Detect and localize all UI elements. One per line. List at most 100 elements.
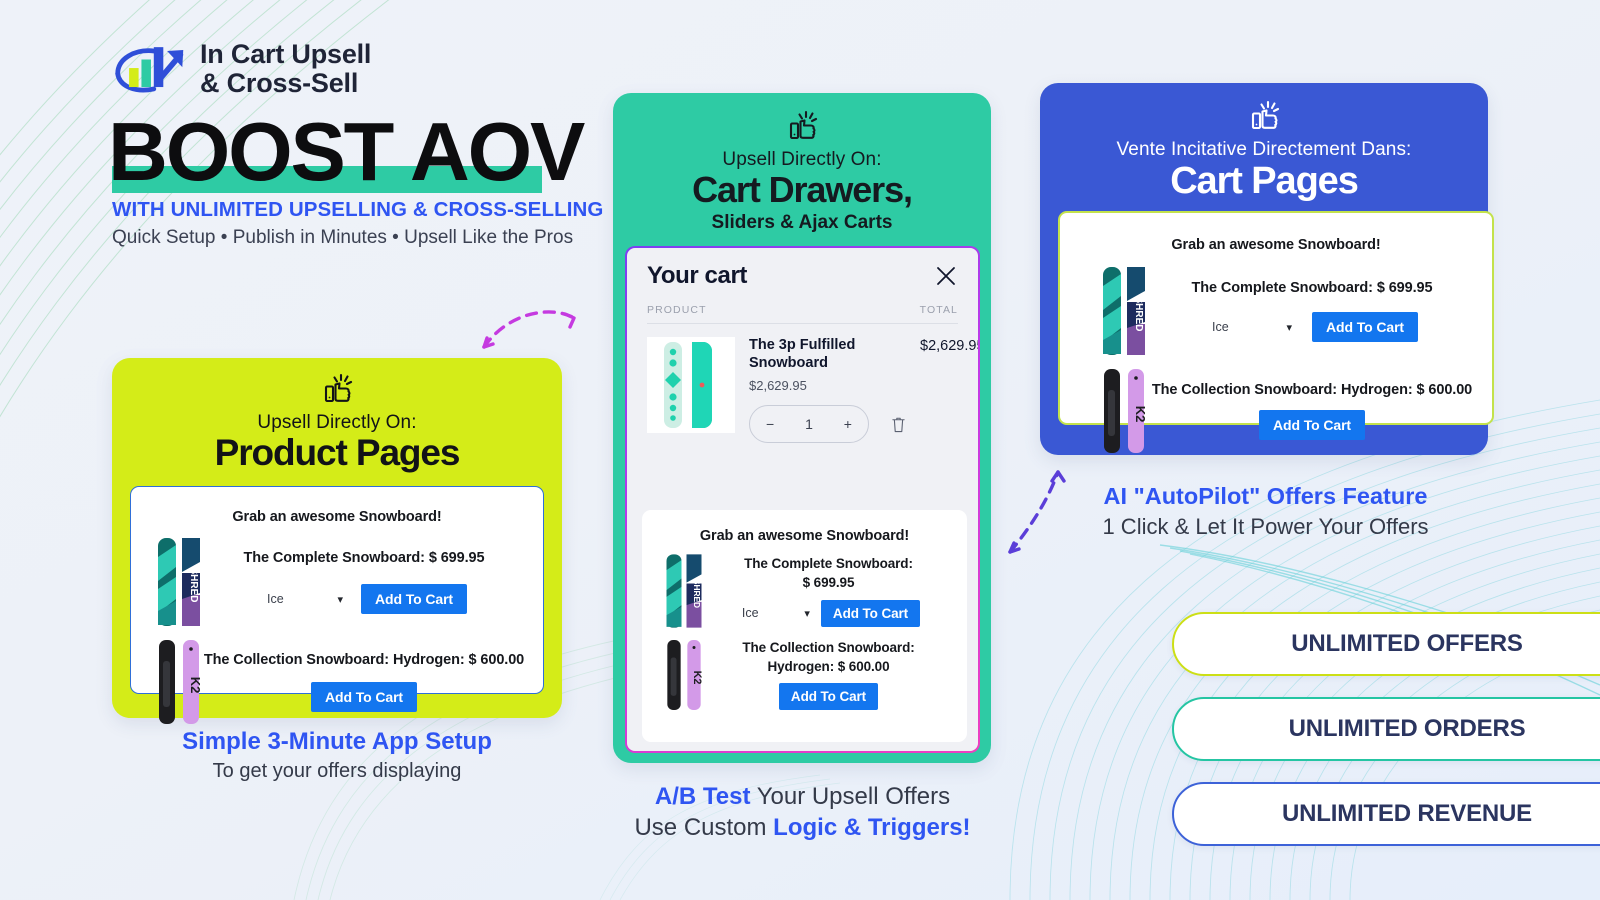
variant-select-drawer-1[interactable]: Ice ▾ bbox=[737, 603, 815, 623]
offer-heading-drawer: Grab an awesome Snowboard! bbox=[699, 528, 910, 544]
offer-thumbnails-cartpage-1: SHRED bbox=[1100, 265, 1148, 357]
caption-ab-strong2: Logic & Triggers! bbox=[773, 814, 971, 841]
panel-drawer-title: Cart Drawers, bbox=[692, 169, 913, 210]
brand-name: In Cart Upsell & Cross-Sell bbox=[200, 39, 372, 99]
svg-text:K2: K2 bbox=[1133, 406, 1148, 423]
page-title: BOOST AOV bbox=[108, 105, 585, 198]
offer-item-1: The Complete Snowboard: $ 699.95 Ice ▾ A… bbox=[203, 550, 525, 614]
offer-item-title-drawer-2b: Hydrogen: $ 600.00 bbox=[767, 659, 890, 674]
caption-ai-line2: 1 Click & Let It Power Your Offers bbox=[1102, 514, 1429, 539]
dashed-double-arrow-purple bbox=[1008, 470, 1066, 554]
panel-drawer-eyebrow: Upsell Directly On: bbox=[722, 149, 882, 170]
offer-thumbnails-cartpage-2: K2 bbox=[1100, 367, 1148, 455]
offer-item-title-drawer-1a: The Complete Snowboard: bbox=[744, 555, 913, 571]
hero-tagline: Quick Setup • Publish in Minutes • Upsel… bbox=[112, 227, 574, 248]
quantity-decrement-button[interactable]: − bbox=[766, 416, 774, 432]
cart-item-thumbnail bbox=[647, 337, 735, 433]
upsell-offer-widget-product: Grab an awesome Snowboard! SHRED The Com… bbox=[130, 486, 544, 724]
pill-unlimited-orders: UNLIMITED ORDERS bbox=[1172, 697, 1600, 761]
offer-item-title-drawer-1b: $ 699.95 bbox=[802, 574, 855, 590]
dashed-double-arrow-magenta bbox=[482, 310, 576, 349]
offer-item-2: The Collection Snowboard: Hydrogen: $ 60… bbox=[203, 652, 525, 712]
caption-setup-line2: To get your offers displaying bbox=[212, 760, 462, 782]
add-to-cart-button-cartpage-2[interactable]: Add To Cart bbox=[1259, 410, 1365, 440]
bar-chart-growth-arrow-logo bbox=[115, 47, 184, 93]
snowboard-black bbox=[1104, 369, 1120, 453]
snowboard-teal-camo bbox=[666, 554, 682, 628]
offer-item-title-cartpage-2: The Collection Snowboard: Hydrogen: $ 60… bbox=[1151, 382, 1473, 398]
offer-item-cartpage-1: The Complete Snowboard: $ 699.95 Ice ▾ A… bbox=[1148, 280, 1476, 342]
offer-item-drawer-2: The Collection Snowboard: Hydrogen: $ 60… bbox=[704, 640, 953, 710]
chevron-down-icon: ▾ bbox=[804, 607, 810, 620]
cart-title: Your cart bbox=[647, 262, 747, 289]
snowboard-black bbox=[667, 640, 681, 710]
snowboard-black bbox=[159, 640, 175, 724]
chevron-down-icon: ▾ bbox=[337, 593, 344, 606]
quantity-value: 1 bbox=[805, 416, 813, 433]
svg-text:SHRED: SHRED bbox=[188, 567, 199, 602]
cart-col-product: PRODUCT bbox=[647, 304, 707, 316]
quantity-stepper[interactable]: − 1 + bbox=[749, 405, 869, 444]
panel-drawer-header: Upsell Directly On: Cart Drawers, Slider… bbox=[613, 93, 991, 234]
pill-unlimited-revenue: UNLIMITED REVENUE bbox=[1172, 782, 1600, 846]
trash-icon[interactable] bbox=[891, 416, 906, 433]
caption-ab-rest2: Use Custom bbox=[634, 814, 774, 841]
cart-line-item: The 3p Fulfilled Snowboard $2,629.95 − 1… bbox=[627, 324, 980, 444]
snowboard-k2-purple: K2 bbox=[1128, 369, 1148, 453]
panel-cartpage-title: Cart Pages bbox=[1170, 160, 1359, 202]
pill-unlimited-offers: UNLIMITED OFFERS bbox=[1172, 612, 1600, 676]
upsell-offer-widget-cartpage: Grab an awesome Snowboard! SHRED The Com… bbox=[1058, 211, 1494, 453]
variant-select-cartpage-1[interactable]: Ice ▾ bbox=[1206, 316, 1298, 338]
cart-col-total: TOTAL bbox=[919, 304, 958, 316]
add-to-cart-button-cartpage-1[interactable]: Add To Cart bbox=[1312, 312, 1418, 342]
add-to-cart-button-drawer-1[interactable]: Add To Cart bbox=[820, 599, 921, 627]
caption-ab-line1: A/B Test Your Upsell Offers bbox=[585, 783, 1020, 811]
offer-thumbnails-1: SHRED bbox=[155, 537, 203, 627]
caption-setup-line1: Simple 3-Minute App Setup bbox=[182, 728, 492, 755]
panel-cart-pages: Vente Incitative Directement Dans: Cart … bbox=[1040, 83, 1494, 455]
cart-drawer-mock: Your cart PRODUCT TOTAL The 3p Fulfilled… bbox=[625, 246, 980, 753]
snowboard-shred-graphic: SHRED bbox=[1127, 267, 1145, 355]
variant-select-value-drawer-1: Ice bbox=[741, 606, 759, 620]
caption-ab-strong1: A/B Test bbox=[654, 783, 751, 810]
offer-heading-cartpage: Grab an awesome Snowboard! bbox=[1171, 237, 1381, 253]
quantity-increment-button[interactable]: + bbox=[844, 416, 852, 432]
svg-text:K2: K2 bbox=[691, 671, 703, 685]
thumbs-up-icon bbox=[324, 373, 353, 403]
snowboard-shred-graphic: SHRED bbox=[182, 538, 200, 626]
svg-text:K2: K2 bbox=[188, 677, 203, 694]
offer-item-drawer-1: The Complete Snowboard: $ 699.95 Ice ▾ A… bbox=[704, 556, 953, 627]
svg-text:SHRED: SHRED bbox=[692, 579, 702, 608]
caption-ab-rest1: Your Upsell Offers bbox=[750, 783, 951, 810]
panel-product-header: Upsell Directly On: Product Pages bbox=[112, 358, 562, 474]
caption-simple-setup: Simple 3-Minute App Setup To get your of… bbox=[112, 728, 562, 783]
snowboard-teal-camo bbox=[1103, 267, 1121, 355]
panel-drawer-subtitle: Sliders & Ajax Carts bbox=[711, 212, 893, 233]
offer-item-cartpage-2: The Collection Snowboard: Hydrogen: $ 60… bbox=[1148, 382, 1476, 440]
chevron-down-icon: ▾ bbox=[1286, 321, 1293, 334]
cart-item-name: The 3p Fulfilled Snowboard bbox=[749, 337, 856, 371]
cart-item-total: $2,629.95 bbox=[920, 338, 980, 354]
brand-lockup: In Cart Upsell & Cross-Sell bbox=[112, 39, 372, 99]
close-x-icon[interactable] bbox=[934, 264, 958, 288]
offer-item-title-1: The Complete Snowboard: $ 699.95 bbox=[243, 550, 485, 566]
add-to-cart-button-drawer-2[interactable]: Add To Cart bbox=[778, 683, 879, 710]
svg-text:SHRED: SHRED bbox=[1133, 296, 1144, 331]
panel-cartpage-eyebrow: Vente Incitative Directement Dans: bbox=[1116, 139, 1412, 160]
variant-select-value-cartpage-1: Ice bbox=[1212, 320, 1229, 334]
panel-cartpage-header: Vente Incitative Directement Dans: Cart … bbox=[1040, 83, 1488, 203]
pill-label-0: UNLIMITED OFFERS bbox=[1291, 630, 1523, 657]
snowboard-k2-purple: K2 bbox=[687, 640, 703, 710]
offer-item-title-cartpage-1: The Complete Snowboard: $ 699.95 bbox=[1191, 280, 1433, 296]
panel-product-title: Product Pages bbox=[214, 432, 461, 473]
caption-ab-test: A/B Test Your Upsell Offers Use Custom L… bbox=[585, 783, 1020, 842]
variant-select-value-1: Ice bbox=[267, 592, 284, 606]
variant-select-1[interactable]: Ice ▾ bbox=[261, 588, 349, 610]
snowboard-k2-purple: K2 bbox=[183, 640, 203, 724]
caption-ai-line1: AI "AutoPilot" Offers Feature bbox=[1103, 483, 1428, 509]
panel-product-pages: Upsell Directly On: Product Pages Grab a… bbox=[112, 358, 562, 724]
snowboard-teal-camo bbox=[158, 538, 176, 626]
offer-item-title-2: The Collection Snowboard: Hydrogen: $ 60… bbox=[203, 652, 525, 668]
add-to-cart-button-2[interactable]: Add To Cart bbox=[311, 682, 417, 712]
add-to-cart-button-1[interactable]: Add To Cart bbox=[361, 584, 467, 614]
